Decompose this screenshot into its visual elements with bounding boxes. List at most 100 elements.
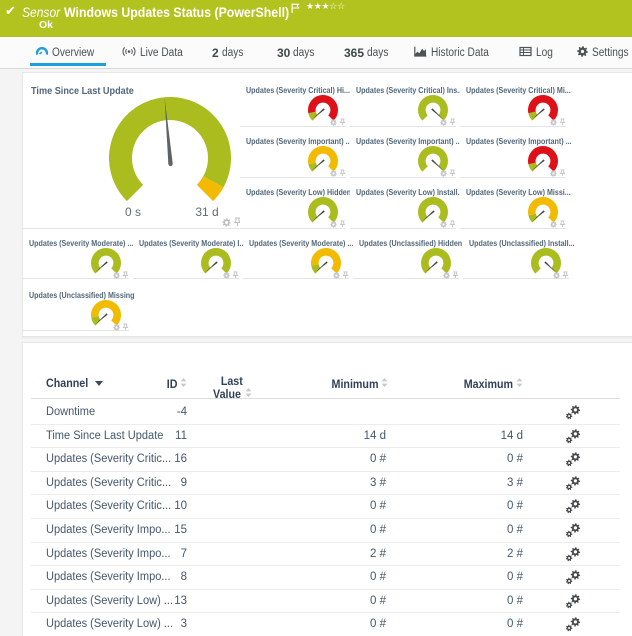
tab-365-days-label: days: [367, 47, 388, 59]
gauge-settings-gear-icon[interactable]: [440, 119, 447, 126]
tab-log[interactable]: Log: [519, 37, 555, 68]
channel-row[interactable]: Updates (Severity Impo...72 #2 #: [31, 543, 620, 567]
channel-settings-gears-icon[interactable]: [561, 613, 583, 636]
channel-settings-gears-icon[interactable]: [561, 543, 583, 567]
pin-icon[interactable]: [449, 220, 456, 228]
cell-id: 3: [91, 613, 187, 636]
gauge-settings-gear-icon[interactable]: [330, 170, 337, 177]
pin-icon[interactable]: [122, 323, 129, 331]
pin-icon[interactable]: [232, 271, 239, 279]
gauge-settings-gear-icon[interactable]: [440, 170, 447, 177]
pin-icon[interactable]: [122, 271, 129, 279]
gauge-settings-gear-icon[interactable]: [440, 221, 447, 228]
sort-arrows-icon: [245, 388, 252, 400]
channel-row[interactable]: Downtime-4: [31, 401, 620, 425]
sort-caret-icon: [95, 381, 103, 386]
gauge-settings-gear-icon[interactable]: [553, 272, 560, 279]
cell-minimum: 0 #: [261, 448, 386, 472]
tab-30-days-label: days: [293, 47, 314, 59]
pin-icon[interactable]: [562, 271, 569, 279]
gauge-tile: Updates (Severity Important) ...: [240, 127, 346, 178]
gauge-tile: Updates (Severity Moderate) I...: [133, 229, 239, 279]
pin-icon[interactable]: [559, 169, 566, 177]
channel-settings-gears-icon[interactable]: [561, 425, 583, 449]
pin-icon[interactable]: [449, 118, 456, 126]
gauge-settings-gear-icon[interactable]: [113, 324, 120, 331]
gauge-tile-icons: [553, 271, 569, 279]
column-header-minimum[interactable]: Minimum: [328, 378, 388, 391]
column-header-id[interactable]: ID: [166, 378, 188, 391]
pin-icon[interactable]: [559, 220, 566, 228]
tab-bar: Overview Live Data 2 days 30 days 365 da…: [0, 37, 632, 69]
channel-row[interactable]: Updates (Severity Critic...160 #0 #: [31, 448, 620, 472]
cell-minimum: 14 d: [261, 425, 386, 449]
channel-row[interactable]: Updates (Severity Critic...93 #3 #: [31, 472, 620, 496]
gauge-settings-gear-icon[interactable]: [222, 218, 231, 227]
channel-settings-gears-icon[interactable]: [561, 448, 583, 472]
gauge-settings-gear-icon[interactable]: [550, 119, 557, 126]
gauge-settings-gear-icon[interactable]: [223, 272, 230, 279]
channel-settings-gears-icon[interactable]: [561, 472, 583, 496]
cell-id: 15: [91, 519, 187, 543]
pin-icon[interactable]: [559, 118, 566, 126]
pin-icon[interactable]: [339, 169, 346, 177]
gauge-tile: Updates (Unclassified) Missing: [23, 279, 129, 331]
tab-settings[interactable]: Settings: [577, 37, 632, 68]
channel-row[interactable]: Updates (Severity Low) ...130 #0 #: [31, 590, 620, 614]
gauge-tile: Updates (Severity Important) ...: [460, 127, 566, 178]
tab-overview-label: Overview: [52, 47, 94, 59]
tab-historic-data[interactable]: Historic Data: [414, 37, 497, 68]
tab-365-days-number: 365: [344, 46, 364, 60]
channel-row[interactable]: Updates (Severity Impo...150 #0 #: [31, 519, 620, 543]
gauge-settings-gear-icon[interactable]: [333, 272, 340, 279]
object-type-label: Sensor: [22, 4, 60, 20]
column-header-channel[interactable]: Channel: [46, 378, 103, 390]
gauge-settings-gear-icon[interactable]: [550, 170, 557, 177]
prtg-sensor-page: ✔ Sensor Windows Updates Status (PowerSh…: [0, 0, 632, 636]
channel-settings-gears-icon[interactable]: [561, 519, 583, 543]
channel-settings-gears-icon[interactable]: [561, 401, 583, 425]
column-header-last-value[interactable]: LastValue: [201, 378, 263, 400]
cell-id: 7: [91, 543, 187, 567]
channel-row[interactable]: Time Since Last Update1114 d14 d: [31, 425, 620, 449]
pin-icon[interactable]: [452, 271, 459, 279]
sensor-status-text: Ok: [39, 19, 53, 31]
tab-settings-label: Settings: [592, 47, 629, 59]
priority-stars[interactable]: ★★★☆☆: [306, 1, 345, 12]
channel-row[interactable]: Updates (Severity Impo...80 #0 #: [31, 566, 620, 590]
tab-live-data[interactable]: Live Data: [122, 37, 189, 68]
sensor-header-bar: ✔ Sensor Windows Updates Status (PowerSh…: [0, 0, 632, 37]
gauge-settings-gear-icon[interactable]: [443, 272, 450, 279]
channel-settings-gears-icon[interactable]: [561, 495, 583, 519]
channel-settings-gears-icon[interactable]: [561, 566, 583, 590]
tab-30-days[interactable]: 30 days: [277, 37, 318, 68]
gauge-tile-icons: [440, 118, 456, 126]
priority-flag-icon[interactable]: [291, 3, 300, 13]
gauge-settings-gear-icon[interactable]: [113, 272, 120, 279]
cell-maximum: 0 #: [391, 566, 523, 590]
tab-log-label: Log: [536, 47, 553, 59]
channel-row[interactable]: Updates (Severity Low) ...30 #0 #: [31, 613, 620, 636]
tab-2-days[interactable]: 2 days: [212, 37, 246, 68]
cell-minimum: 0 #: [261, 590, 386, 614]
cell-id: 11: [91, 425, 187, 449]
gauge-tile: Updates (Unclassified) Hidden: [353, 229, 459, 279]
log-icon: [519, 46, 532, 60]
cell-id: -4: [91, 401, 187, 425]
pin-icon[interactable]: [339, 118, 346, 126]
cell-maximum: 0 #: [391, 519, 523, 543]
gauge-settings-gear-icon[interactable]: [550, 221, 557, 228]
channel-row[interactable]: Updates (Severity Critic...100 #0 #: [31, 495, 620, 519]
pin-icon[interactable]: [339, 220, 346, 228]
pin-icon[interactable]: [342, 271, 349, 279]
cell-maximum: [391, 401, 523, 425]
tab-365-days[interactable]: 365 days: [344, 37, 391, 68]
pin-icon[interactable]: [449, 169, 456, 177]
gauge-settings-gear-icon[interactable]: [330, 221, 337, 228]
channel-settings-gears-icon[interactable]: [561, 590, 583, 614]
gauge-settings-gear-icon[interactable]: [330, 119, 337, 126]
column-header-maximum[interactable]: Maximum: [460, 378, 523, 391]
cell-minimum: 3 #: [261, 472, 386, 496]
tab-overview[interactable]: Overview: [36, 37, 100, 68]
gauge-tile-icons: [440, 169, 456, 177]
